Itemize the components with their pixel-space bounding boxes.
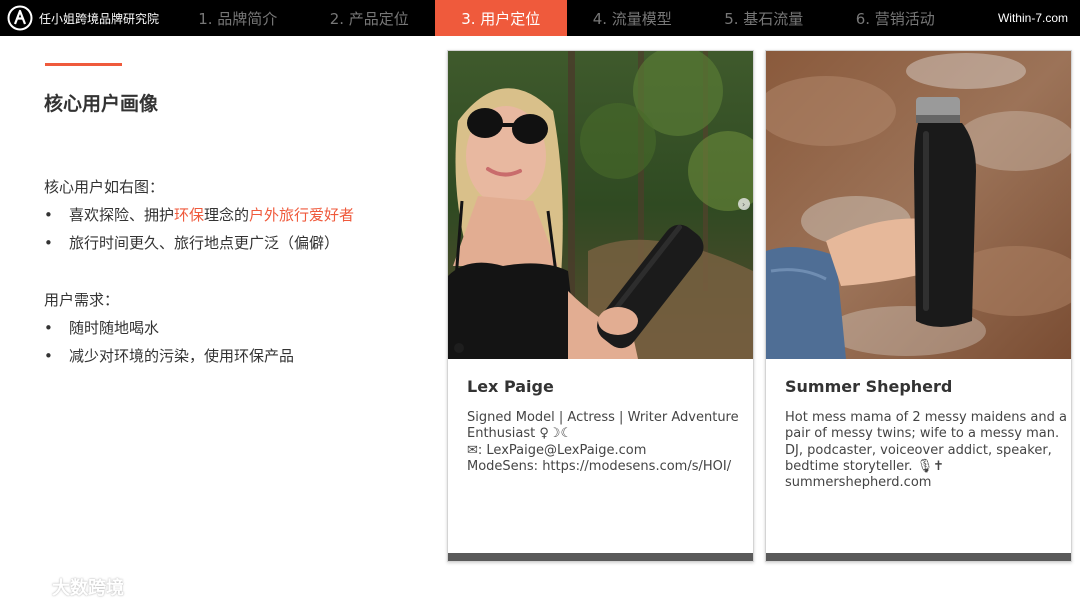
page-title: 核心用户画像	[44, 93, 159, 115]
bullet-text: 理念的	[204, 206, 250, 224]
core-users-bullet-adventure: 喜欢探险、拥护环保理念的户外旅行爱好者	[44, 201, 354, 229]
core-users-heading: 核心用户如右图：	[44, 178, 165, 196]
user-need-item: 随时随地喝水	[44, 314, 294, 342]
user-need-item: 减少对环境的污染，使用环保产品	[44, 342, 294, 370]
brand-logo-icon	[7, 5, 33, 31]
tab-traffic-model[interactable]: 4. 流量模型	[567, 0, 699, 36]
title-accent-divider	[45, 63, 122, 66]
card-footer-bar	[448, 553, 753, 561]
bio-line: DJ, podcaster, voiceover addict, speaker…	[785, 442, 1052, 458]
brand-name: 任小姐跨境品牌研究院	[39, 11, 160, 26]
tab-product-positioning[interactable]: 2. 产品定位	[304, 0, 436, 36]
user-needs-heading: 用户需求：	[44, 291, 120, 309]
top-navigation-bar: 任小姐跨境品牌研究院 1. 品牌简介 2. 产品定位 3. 用户定位 4. 流量…	[0, 0, 1080, 36]
forest-selfie-image: ›	[448, 51, 753, 359]
stream-bottle-image	[766, 51, 1071, 359]
core-users-section: 核心用户如右图： 喜欢探险、拥护环保理念的户外旅行爱好者 旅行时间更久、旅行地点…	[44, 173, 354, 257]
svg-text:›: ›	[742, 200, 745, 209]
watermark-logo-icon	[9, 577, 45, 596]
tab-marketing-activities[interactable]: 6. 营销活动	[830, 0, 962, 36]
site-url[interactable]: Within-7.com	[998, 0, 1068, 36]
tab-brand-intro[interactable]: 1. 品牌简介	[172, 0, 304, 36]
bio-line: Hot mess mama of 2 messy maidens and a	[785, 410, 1067, 425]
bio-line: ✉: LexPaige@LexPaige.com	[467, 442, 647, 458]
bio-line: summershepherd.com	[785, 475, 932, 491]
bio-line: ModeSens: https://modesens.com/s/HOI/	[467, 458, 732, 474]
influencer-card-lex-paige[interactable]: › Lex Paige Signed Model | Actress | Wri…	[447, 50, 754, 562]
section-tabs: 1. 品牌简介 2. 产品定位 3. 用户定位 4. 流量模型 5. 基石流量 …	[172, 0, 961, 36]
watermark: 大数跨境	[8, 572, 124, 602]
watermark-text: 大数跨境	[52, 578, 124, 599]
influencer-bio: Hot mess mama of 2 messy maidens and a p…	[785, 410, 1067, 491]
influencer-card-summer-shepherd[interactable]: Summer Shepherd Hot mess mama of 2 messy…	[765, 50, 1072, 562]
bio-line: Enthusiast ♀☽☾	[467, 426, 573, 442]
influencer-name: Lex Paige	[467, 377, 554, 396]
user-needs-section: 用户需求： 随时随地喝水 减少对环境的污染，使用环保产品	[44, 286, 294, 370]
core-users-bullet-travel: 旅行时间更久、旅行地点更广泛（偏僻）	[44, 229, 354, 257]
tab-user-positioning[interactable]: 3. 用户定位	[435, 0, 567, 36]
bio-line: Signed Model | Actress | Writer Adventur…	[467, 410, 739, 425]
bio-line: bedtime storyteller. 🎙✝	[785, 458, 944, 474]
influencer-bio: Signed Model | Actress | Writer Adventur…	[467, 410, 739, 475]
highlight-outdoor-travelers: 户外旅行爱好者	[249, 206, 355, 224]
influencer-name: Summer Shepherd	[785, 377, 953, 396]
bullet-text: 喜欢探险、拥护	[69, 206, 175, 224]
tab-cornerstone-traffic[interactable]: 5. 基石流量	[698, 0, 830, 36]
influencer-photo: ›	[448, 51, 753, 359]
bio-line: pair of messy twins; wife to a messy man…	[785, 426, 1060, 442]
influencer-photo	[766, 51, 1071, 359]
highlight-eco: 环保	[174, 206, 205, 224]
card-footer-bar	[766, 553, 1071, 561]
brand[interactable]: 任小姐跨境品牌研究院	[0, 0, 172, 36]
